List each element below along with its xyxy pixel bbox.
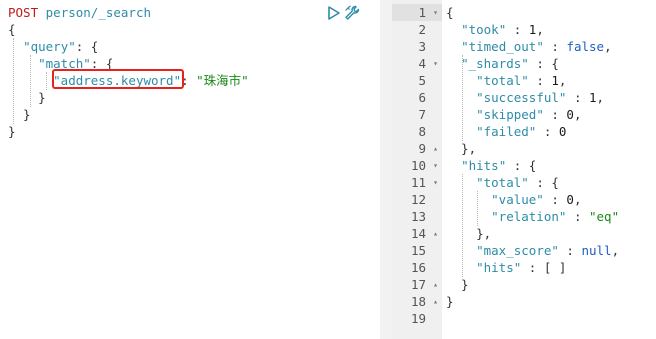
code-line: "failed" : 0 [476,124,567,139]
line-number: 8 [418,124,426,139]
fold-icon: ▴ [433,280,438,289]
response-viewer[interactable]: { "took" : 1, "timed_out" : false, "_sha… [442,0,656,339]
code-line: "hits" : { [461,158,537,173]
code-line: "took" : 1, [461,22,544,37]
code-line: }, [446,226,492,241]
code-line: } [446,277,469,292]
play-icon[interactable] [326,5,342,21]
line-number: 14 ▴ [410,226,438,241]
line-number: 11 ▾ [410,175,438,190]
code-line: "total" : 1, [476,73,567,88]
line-number: 4 ▾ [418,56,438,71]
line-number: 2 [418,22,426,37]
line-number: 19 [410,311,426,326]
shards-total-value: 1 [551,73,559,88]
fold-icon: ▴ [433,297,438,306]
line-number-gutter: 1 ▾ 2 3 4 ▾ 5 6 7 8 9 ▴ 10 ▾ 11 ▾ 12 13 14 ▴ 1… [392,0,442,339]
line-number: 16 [410,260,426,275]
line-number: 15 [410,243,426,258]
code-line: "total" : { [476,175,559,190]
code-line: } [8,124,16,139]
fold-icon: ▾ [433,59,438,68]
code-line: "timed_out" : false, [461,39,612,54]
http-method: POST [8,5,39,20]
code-line: "hits" : [ ] [476,260,567,275]
code-line: "query": { [23,39,99,54]
highlight-box [52,69,184,89]
code-line: "max_score" : null, [476,243,620,258]
code-line: "relation" : "eq" [491,209,620,224]
code-line: { [446,5,454,20]
line-number: 10 ▾ [410,158,438,173]
line-number: 18 ▴ [410,294,438,309]
code-line: } [8,90,46,105]
code-line: }, [446,141,477,156]
timed-out-value: false [566,39,605,54]
max-score-value: null [581,243,612,258]
code-line: "skipped" : 0, [476,107,582,122]
code-line: "value" : 0, [491,192,582,207]
shards-successful-value: 1 [589,90,597,105]
match-value: "珠海市" [196,73,249,88]
line-number: 1 ▾ [392,4,442,21]
hits-total-value: 0 [566,192,574,207]
fold-icon: ▾ [433,178,438,187]
shards-skipped-value: 0 [566,107,574,122]
line-number: 3 [418,39,426,54]
request-editor[interactable]: POST person/_search { "query": { "match"… [0,0,380,339]
code-line: "successful" : 1, [476,90,605,105]
line-number: 13 [410,209,426,224]
code-line: } [446,294,454,309]
pane-divider[interactable] [380,0,392,339]
shards-failed-value: 0 [558,124,567,139]
fold-icon: ▾ [433,161,438,170]
line-number: 7 [418,107,426,122]
line-number: 6 [418,90,426,105]
code-line: { [8,22,16,37]
fold-icon: ▾ [433,8,438,17]
fold-icon: ▴ [433,229,438,238]
line-number: 9 ▴ [418,141,438,156]
code-line: } [8,107,31,122]
fold-icon: ▴ [433,144,438,153]
request-path: person/_search [45,5,151,20]
wrench-icon[interactable] [344,5,360,21]
line-number: 5 [418,73,426,88]
line-number: 17 ▴ [410,277,438,292]
request-line[interactable]: POST person/_search [8,4,151,21]
code-line: "_shards" : { [461,56,559,71]
line-number: 12 [410,192,426,207]
hits-relation-value: "eq" [589,209,620,224]
